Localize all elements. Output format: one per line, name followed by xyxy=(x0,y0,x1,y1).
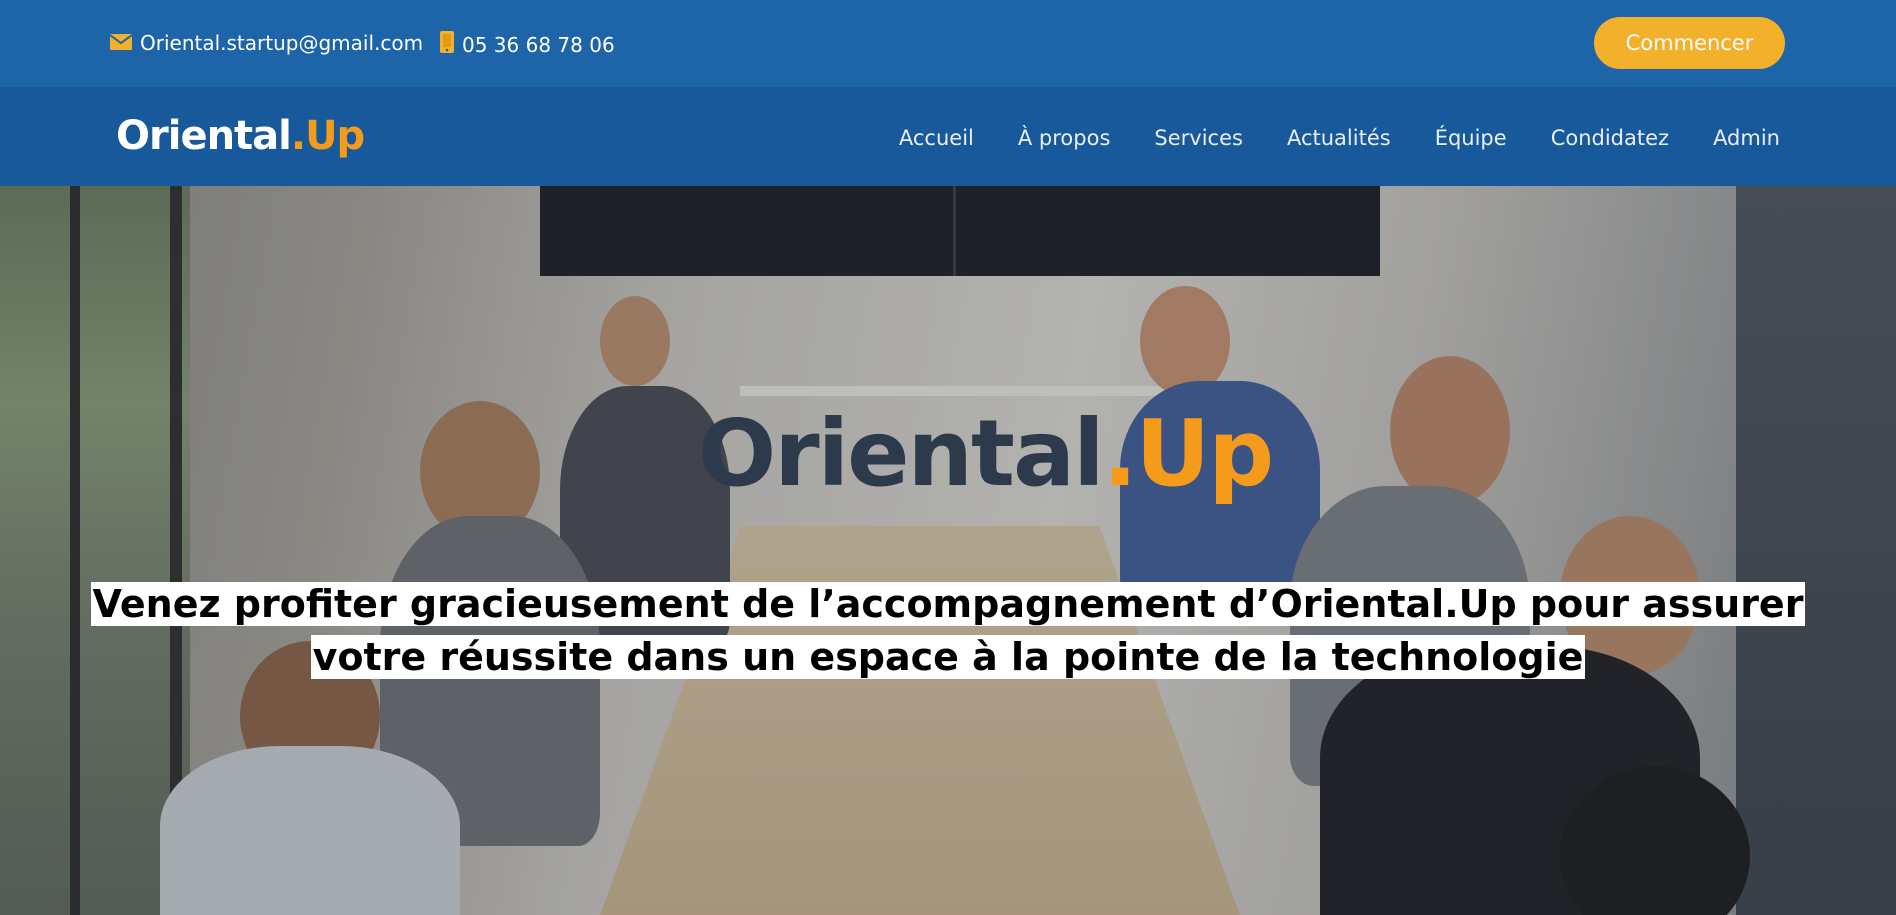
mobile-phone-icon xyxy=(440,31,454,58)
main-nav: Accueil À propos Services Actualités Équ… xyxy=(855,126,1780,150)
hero-tagline-line2: votre réussite dans un espace à la point… xyxy=(310,635,1586,679)
start-button[interactable]: Commencer xyxy=(1594,17,1785,69)
email-text[interactable]: Oriental.startup@gmail.com xyxy=(140,31,423,55)
nav-item-equipe[interactable]: Équipe xyxy=(1435,126,1507,150)
hero-tagline-line1: Venez profiter gracieusement de l’accomp… xyxy=(90,582,1806,626)
nav-item-actualites[interactable]: Actualités xyxy=(1287,126,1391,150)
nav-item-a-propos[interactable]: À propos xyxy=(1018,126,1111,150)
hero-logo-main: Oriental xyxy=(698,400,1105,507)
phone-text[interactable]: 05 36 68 78 06 xyxy=(462,33,615,57)
nav-item-services[interactable]: Services xyxy=(1154,126,1243,150)
nav-item-admin[interactable]: Admin xyxy=(1713,126,1780,150)
hero-overlay xyxy=(0,186,1896,915)
logo-accent-text: .Up xyxy=(290,113,365,159)
phone-contact[interactable]: 05 36 68 78 06 xyxy=(440,31,615,58)
hero-logo: Oriental.Up xyxy=(698,400,1275,507)
site-logo[interactable]: Oriental.Up xyxy=(116,113,365,159)
envelope-icon xyxy=(109,31,133,55)
logo-main-text: Oriental xyxy=(116,113,292,159)
hero-logo-accent: .Up xyxy=(1102,400,1275,507)
nav-item-accueil[interactable]: Accueil xyxy=(899,126,974,150)
hero-banner xyxy=(0,186,1896,915)
nav-item-condidatez[interactable]: Condidatez xyxy=(1551,126,1669,150)
email-contact[interactable]: Oriental.startup@gmail.com xyxy=(109,31,423,55)
hero-tagline: Venez profiter gracieusement de l’accomp… xyxy=(0,578,1896,684)
top-contact-bar: Oriental.startup@gmail.com 05 36 68 78 0… xyxy=(0,0,1896,87)
